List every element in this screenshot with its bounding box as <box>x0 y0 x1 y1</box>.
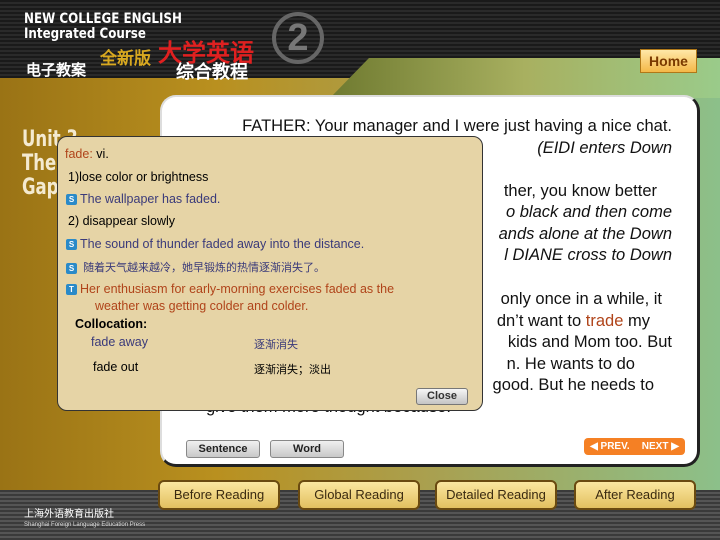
header: NEW COLLEGE ENGLISH Integrated Course 电子教… <box>0 0 720 82</box>
word-button[interactable]: Word <box>270 440 344 458</box>
prev-next-control: ◀ PREV. NEXT ▶ <box>584 438 685 455</box>
vocab-word-trade[interactable]: trade <box>586 312 624 330</box>
example-3-cn: S 随着天气越来越冷，她早锻炼的热情逐渐消失了。 <box>66 259 325 275</box>
collocation-label: Collocation: <box>75 317 148 331</box>
nav-before-reading[interactable]: Before Reading <box>158 480 280 510</box>
definition-2: 2) disappear slowly <box>68 214 175 228</box>
translate-icon[interactable]: T <box>66 284 77 296</box>
logo-cn-subtitle: 综合教程 <box>176 62 248 82</box>
logo-cn-edition: 全新版 <box>100 49 151 68</box>
next-button[interactable]: NEXT ▶ <box>642 438 679 455</box>
nav-global-reading[interactable]: Global Reading <box>298 480 420 510</box>
popup-headword: fade: vi. <box>65 147 109 161</box>
example-2: S The sound of thunder faded away into th… <box>66 237 364 251</box>
definition-1: 1)lose color or brightness <box>68 170 209 184</box>
example-3-en-cont: weather was getting colder and colder. <box>95 299 309 313</box>
nav-detailed-reading[interactable]: Detailed Reading <box>435 480 557 510</box>
logo-cn-courseware: 电子教案 <box>26 62 87 79</box>
collocation-2-cn: 逐渐消失；淡出 <box>254 364 331 376</box>
sound-icon[interactable]: S <box>66 239 77 251</box>
volume-badge: 2 <box>272 12 324 64</box>
collocation-2: fade out <box>93 360 139 374</box>
collocation-1-cn: 逐渐消失 <box>254 339 298 351</box>
text-line: FATHER: Your manager and I were just hav… <box>242 117 672 135</box>
sound-icon[interactable]: S <box>66 262 77 274</box>
sound-icon[interactable]: S <box>66 194 77 206</box>
home-button[interactable]: Home <box>640 49 697 73</box>
publisher-logo: 上海外语教育出版社 Shanghai Foreign Language Educa… <box>24 509 146 528</box>
prev-button[interactable]: ◀ PREV. <box>590 438 630 455</box>
nav-after-reading[interactable]: After Reading <box>574 480 696 510</box>
example-1: S The wallpaper has faded. <box>66 192 220 206</box>
sentence-button[interactable]: Sentence <box>186 440 260 458</box>
word-popup: fade: vi. 1)lose color or brightness S Th… <box>57 136 483 411</box>
example-3-en: T Her enthusiasm for early-morning exerci… <box>66 282 394 296</box>
collocation-1: fade away <box>91 335 148 349</box>
close-button[interactable]: Close <box>416 388 468 405</box>
